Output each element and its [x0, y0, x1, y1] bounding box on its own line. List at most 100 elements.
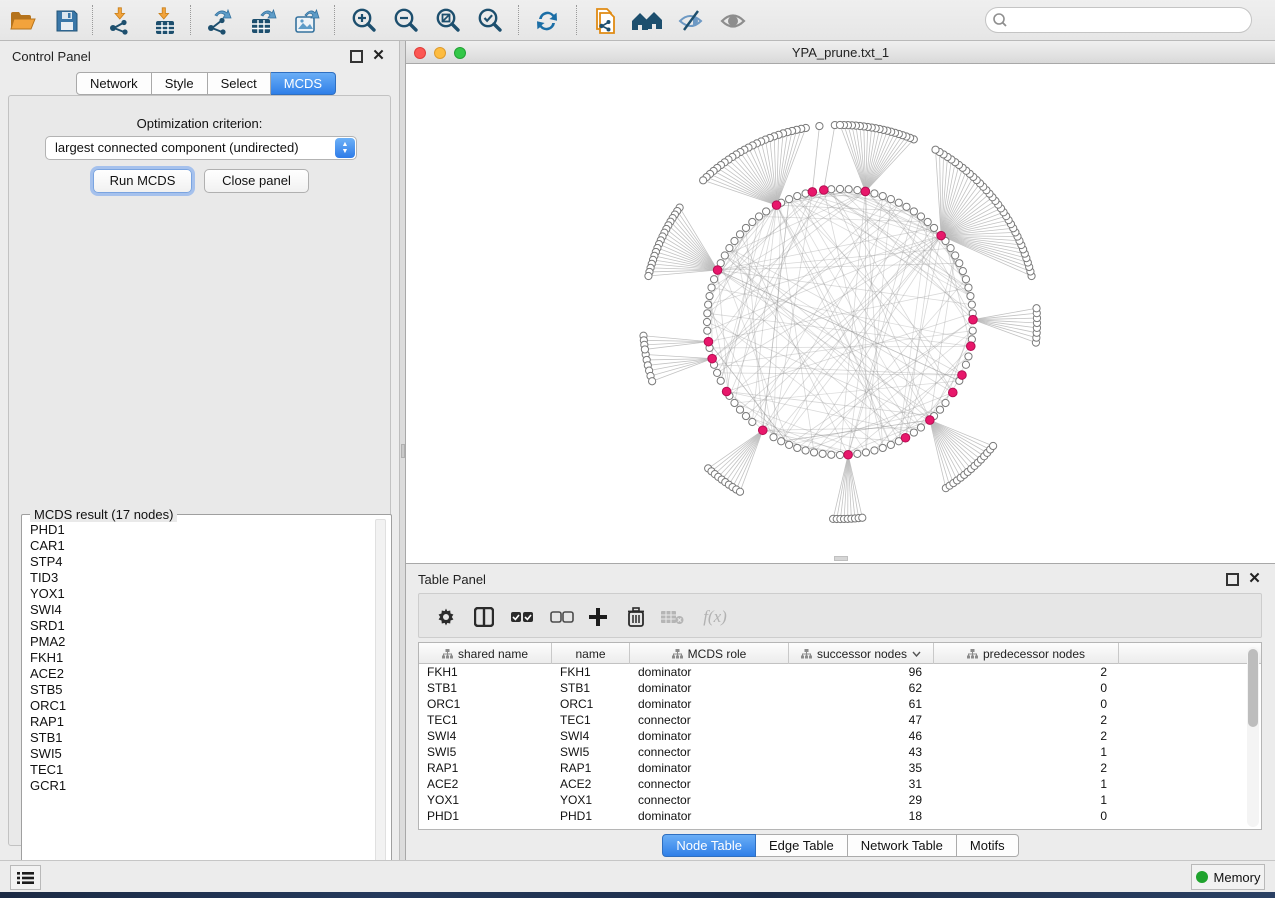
- show-columns-icon[interactable]: [469, 602, 499, 632]
- network-canvas[interactable]: [406, 64, 1275, 563]
- show-panels-list-button[interactable]: [10, 865, 41, 890]
- memory-label: Memory: [1214, 870, 1261, 885]
- search-input[interactable]: [1012, 13, 1251, 28]
- tab-network[interactable]: Network: [76, 72, 152, 95]
- import-table-icon[interactable]: [148, 4, 182, 37]
- hide-visual-props-icon[interactable]: [674, 4, 708, 37]
- tab-mcds[interactable]: MCDS: [271, 72, 336, 95]
- table-row[interactable]: PHD1PHD1dominator180: [419, 808, 1261, 824]
- deselect-all-rows-icon[interactable]: [547, 602, 577, 632]
- column-header-MCDS-role[interactable]: MCDS role: [630, 643, 789, 664]
- mcds-list-scrollbar[interactable]: [375, 519, 386, 881]
- table-row[interactable]: ACE2ACE2connector311: [419, 776, 1261, 792]
- mcds-result-item[interactable]: SWI4: [30, 602, 378, 618]
- node-table[interactable]: shared namenameMCDS rolesuccessor nodesp…: [418, 642, 1262, 830]
- status-bar: Memory: [0, 860, 1275, 892]
- table-scrollbar-thumb[interactable]: [1248, 649, 1258, 727]
- mcds-result-item[interactable]: CAR1: [30, 538, 378, 554]
- table-row[interactable]: STB1STB1dominator620: [419, 680, 1261, 696]
- mcds-result-item[interactable]: SRD1: [30, 618, 378, 634]
- mcds-result-item[interactable]: TEC1: [30, 762, 378, 778]
- zoom-selected-icon[interactable]: [472, 4, 506, 37]
- export-image-icon[interactable]: [290, 4, 324, 37]
- show-visual-props-icon[interactable]: [716, 4, 750, 37]
- tab-style[interactable]: Style: [152, 72, 208, 95]
- home-networks-icon[interactable]: [630, 4, 664, 37]
- mcds-result-item[interactable]: PMA2: [30, 634, 378, 650]
- table-settings-gear-icon[interactable]: [431, 602, 461, 632]
- mcds-result-list[interactable]: PHD1CAR1STP4TID3YOX1SWI4SRD1PMA2FKH1ACE2…: [23, 519, 378, 883]
- mcds-result-item[interactable]: GCR1: [30, 778, 378, 794]
- cell-mcds-role: connector: [638, 792, 781, 808]
- cell-mcds-role: dominator: [638, 696, 781, 712]
- table-row[interactable]: SWI5SWI5connector431: [419, 744, 1261, 760]
- close-panel-button[interactable]: Close panel: [204, 169, 309, 193]
- cell-shared-name: ACE2: [427, 776, 544, 792]
- memory-button[interactable]: Memory: [1191, 864, 1265, 890]
- horizontal-splitter-handle[interactable]: [834, 556, 848, 561]
- cell-successor-nodes: 62: [797, 680, 922, 696]
- mcds-result-item[interactable]: STB5: [30, 682, 378, 698]
- zoom-in-icon[interactable]: [346, 4, 380, 37]
- cell-shared-name: SWI5: [427, 744, 544, 760]
- import-network-icon[interactable]: [104, 4, 138, 37]
- splitter-handle[interactable]: [401, 444, 405, 458]
- export-network-icon[interactable]: [202, 4, 236, 37]
- table-row[interactable]: FKH1FKH1dominator962: [419, 664, 1261, 680]
- delete-column-trash-icon[interactable]: [621, 602, 651, 632]
- share-document-icon[interactable]: [588, 4, 622, 37]
- control-panel: Control Panel ✕ Network Style Select MCD…: [0, 41, 399, 860]
- select-all-rows-icon[interactable]: [507, 602, 537, 632]
- zoom-fit-icon[interactable]: [430, 4, 464, 37]
- mcds-result-item[interactable]: YOX1: [30, 586, 378, 602]
- mcds-result-item[interactable]: FKH1: [30, 650, 378, 666]
- control-panel-title: Control Panel: [12, 49, 91, 64]
- column-header-predecessor-nodes[interactable]: predecessor nodes: [934, 643, 1119, 664]
- column-header-shared-name[interactable]: shared name: [419, 643, 552, 664]
- close-table-panel-icon[interactable]: ✕: [1248, 573, 1261, 586]
- cell-mcds-role: dominator: [638, 808, 781, 824]
- criterion-select[interactable]: largest connected component (undirected)…: [45, 136, 357, 160]
- column-header-name[interactable]: name: [552, 643, 630, 664]
- tab-edge-table[interactable]: Edge Table: [756, 834, 848, 857]
- export-table-icon[interactable]: [246, 4, 280, 37]
- tab-select[interactable]: Select: [208, 72, 271, 95]
- attribute-tree-icon: [442, 649, 453, 659]
- create-column-icon[interactable]: [583, 602, 613, 632]
- table-scrollbar[interactable]: [1247, 647, 1259, 827]
- mcds-result-item[interactable]: STP4: [30, 554, 378, 570]
- cell-predecessor-nodes: 2: [942, 728, 1107, 744]
- cell-successor-nodes: 96: [797, 664, 922, 680]
- zoom-out-icon[interactable]: [388, 4, 422, 37]
- vertical-splitter[interactable]: [399, 41, 406, 860]
- mcds-result-item[interactable]: RAP1: [30, 714, 378, 730]
- search-box[interactable]: [985, 7, 1252, 33]
- mcds-panel: Optimization criterion: largest connecte…: [8, 95, 391, 846]
- mcds-result-item[interactable]: SWI5: [30, 746, 378, 762]
- tab-node-table[interactable]: Node Table: [662, 834, 756, 857]
- open-folder-icon[interactable]: [6, 4, 40, 37]
- cell-name: ACE2: [560, 776, 622, 792]
- float-panel-icon[interactable]: [350, 50, 363, 63]
- mcds-result-item[interactable]: ACE2: [30, 666, 378, 682]
- cell-successor-nodes: 31: [797, 776, 922, 792]
- float-table-panel-icon[interactable]: [1226, 573, 1239, 586]
- table-row[interactable]: TEC1TEC1connector472: [419, 712, 1261, 728]
- network-window-titlebar[interactable]: YPA_prune.txt_1: [406, 41, 1275, 64]
- mcds-result-item[interactable]: PHD1: [30, 522, 378, 538]
- tab-network-table[interactable]: Network Table: [848, 834, 957, 857]
- mcds-result-item[interactable]: TID3: [30, 570, 378, 586]
- save-icon[interactable]: [50, 4, 84, 37]
- column-header-successor-nodes[interactable]: successor nodes: [789, 643, 934, 664]
- attribute-tree-icon: [801, 649, 812, 659]
- table-row[interactable]: SWI4SWI4dominator462: [419, 728, 1261, 744]
- table-row[interactable]: YOX1YOX1connector291: [419, 792, 1261, 808]
- refresh-layout-icon[interactable]: [530, 4, 564, 37]
- run-mcds-button[interactable]: Run MCDS: [93, 169, 192, 193]
- close-panel-icon[interactable]: ✕: [372, 50, 385, 63]
- table-row[interactable]: RAP1RAP1dominator352: [419, 760, 1261, 776]
- table-row[interactable]: ORC1ORC1dominator610: [419, 696, 1261, 712]
- tab-motifs[interactable]: Motifs: [957, 834, 1019, 857]
- mcds-result-item[interactable]: STB1: [30, 730, 378, 746]
- mcds-result-item[interactable]: ORC1: [30, 698, 378, 714]
